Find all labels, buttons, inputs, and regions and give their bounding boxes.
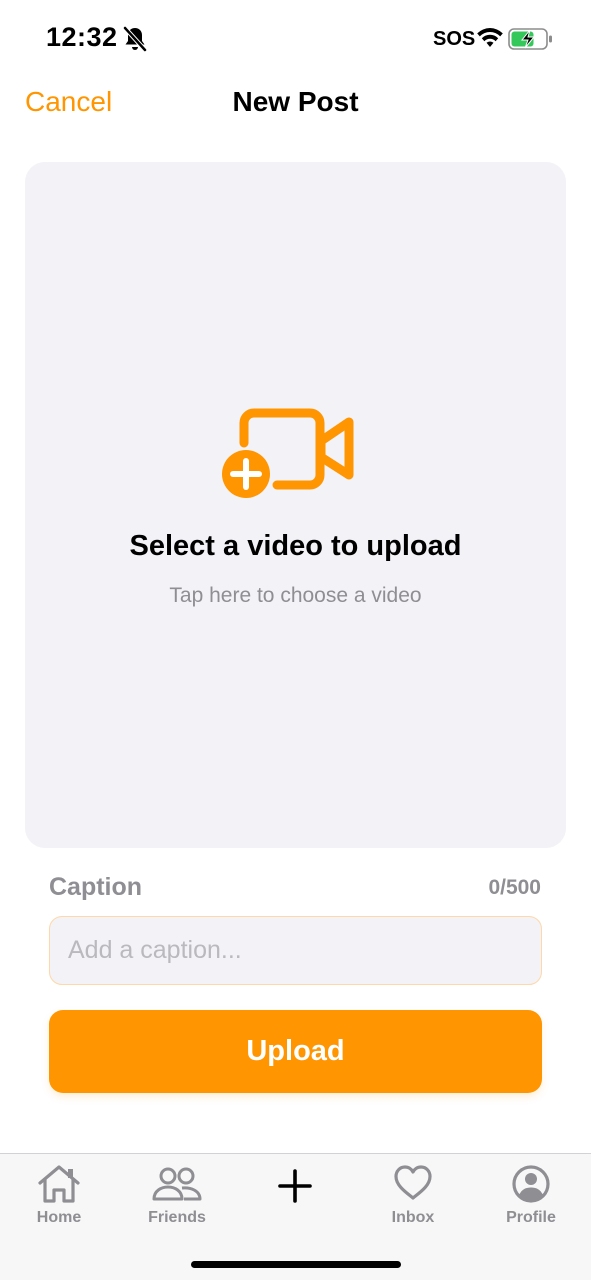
tab-profile[interactable]: Profile: [472, 1154, 590, 1234]
status-time: 12:32: [46, 22, 118, 52]
status-bar: 12:32 SOS: [0, 0, 591, 80]
video-add-icon: [222, 408, 354, 498]
tab-friends[interactable]: Friends: [118, 1154, 236, 1234]
caption-label: Caption: [49, 873, 143, 901]
heart-icon: [394, 1165, 432, 1200]
tab-inbox-label: Inbox: [391, 1209, 435, 1226]
new-post-screen: 12:32 SOS Cancel New Post Select a video…: [0, 0, 591, 1280]
cancel-button[interactable]: Cancel: [25, 86, 112, 118]
carrier-sos: SOS: [433, 28, 476, 50]
upload-subtitle: Tap here to choose a video: [169, 584, 422, 607]
home-icon: [38, 1165, 80, 1203]
tab-home-label: Home: [36, 1209, 82, 1226]
profile-icon: [512, 1165, 550, 1203]
upload-button[interactable]: Upload: [49, 1010, 542, 1093]
video-picker-area[interactable]: [25, 162, 566, 848]
upload-title: Select a video to upload: [129, 530, 462, 562]
caption-character-count: 0/500: [488, 876, 541, 899]
friends-icon: [152, 1167, 202, 1201]
battery-charging-icon: [508, 28, 552, 50]
tab-home[interactable]: Home: [0, 1154, 118, 1234]
caption-input[interactable]: [49, 916, 542, 985]
tab-create[interactable]: [236, 1154, 354, 1234]
tab-friends-label: Friends: [148, 1209, 206, 1226]
home-indicator: [191, 1261, 401, 1268]
tab-inbox[interactable]: Inbox: [354, 1154, 472, 1234]
bell-slash-icon: [123, 26, 147, 52]
plus-icon: [278, 1169, 312, 1203]
wifi-icon: [477, 28, 503, 47]
tab-profile-label: Profile: [506, 1209, 556, 1226]
